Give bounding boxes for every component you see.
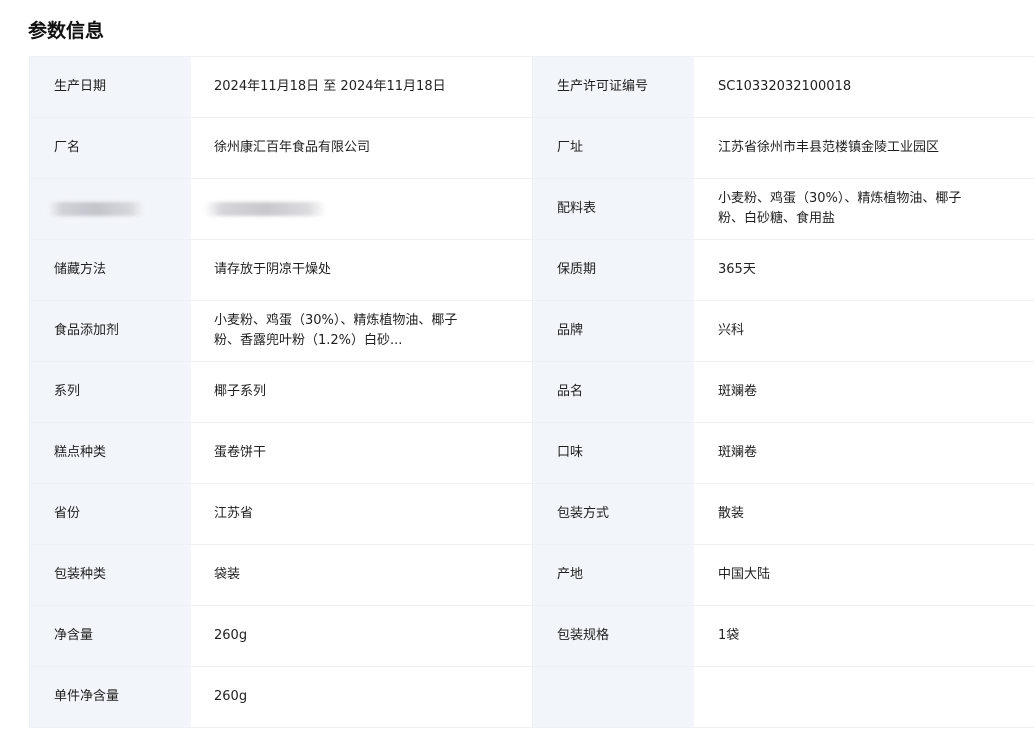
param-value: 2024年11月18日 至 2024年11月18日 bbox=[191, 57, 533, 117]
param-value: 斑斓卷 bbox=[694, 362, 1034, 422]
param-value: 袋装 bbox=[191, 545, 533, 605]
table-row: 净含量 260g 包装规格 1袋 bbox=[30, 606, 1034, 667]
section-title: 参数信息 bbox=[28, 20, 105, 42]
param-value: 徐州康汇百年食品有限公司 bbox=[191, 118, 533, 178]
param-label: 保质期 bbox=[533, 240, 694, 300]
param-label: 包装方式 bbox=[533, 484, 694, 544]
param-label: 生产日期 bbox=[30, 57, 191, 117]
param-label: 糕点种类 bbox=[30, 423, 191, 483]
empty-label bbox=[533, 667, 694, 727]
param-label: 系列 bbox=[30, 362, 191, 422]
param-value: 蛋卷饼干 bbox=[191, 423, 533, 483]
table-row: 厂名 徐州康汇百年食品有限公司 厂址 江苏省徐州市丰县范楼镇金陵工业园区 bbox=[30, 118, 1034, 179]
param-value: 365天 bbox=[694, 240, 1034, 300]
param-label: 储藏方法 bbox=[30, 240, 191, 300]
table-row: 糕点种类 蛋卷饼干 口味 斑斓卷 bbox=[30, 423, 1034, 484]
table-row: 储藏方法 请存放于阴凉干燥处 保质期 365天 bbox=[30, 240, 1034, 301]
product-parameters-page: 参数信息 生产日期 2024年11月18日 至 2024年11月18日 生产许可… bbox=[0, 0, 1034, 750]
param-value: 散装 bbox=[694, 484, 1034, 544]
table-row: 包装种类 袋装 产地 中国大陆 bbox=[30, 545, 1034, 606]
param-value: 中国大陆 bbox=[694, 545, 1034, 605]
param-label: 净含量 bbox=[30, 606, 191, 666]
param-value: 小麦粉、鸡蛋（30%）、精炼植物油、椰子粉、香露兜叶粉（1.2%）白砂... bbox=[191, 301, 533, 361]
param-value: 兴科 bbox=[694, 301, 1034, 361]
param-value: 椰子系列 bbox=[191, 362, 533, 422]
redaction-blur bbox=[204, 202, 326, 216]
param-value: 260g bbox=[191, 606, 533, 666]
param-label: 包装规格 bbox=[533, 606, 694, 666]
param-label: 配料表 bbox=[533, 179, 694, 239]
param-value: 斑斓卷 bbox=[694, 423, 1034, 483]
param-label: 品名 bbox=[533, 362, 694, 422]
parameter-table: 生产日期 2024年11月18日 至 2024年11月18日 生产许可证编号 S… bbox=[29, 56, 1034, 728]
table-row: 省份 江苏省 包装方式 散装 bbox=[30, 484, 1034, 545]
param-label: 厂名 bbox=[30, 118, 191, 178]
param-label: 产地 bbox=[533, 545, 694, 605]
param-label: 厂址 bbox=[533, 118, 694, 178]
param-label: 食品添加剂 bbox=[30, 301, 191, 361]
param-label: 品牌 bbox=[533, 301, 694, 361]
table-row: 生产日期 2024年11月18日 至 2024年11月18日 生产许可证编号 S… bbox=[30, 57, 1034, 118]
param-label: 口味 bbox=[533, 423, 694, 483]
param-value: 260g bbox=[191, 667, 533, 727]
table-row: 食品添加剂 小麦粉、鸡蛋（30%）、精炼植物油、椰子粉、香露兜叶粉（1.2%）白… bbox=[30, 301, 1034, 362]
table-row: 系列 椰子系列 品名 斑斓卷 bbox=[30, 362, 1034, 423]
param-value: 江苏省徐州市丰县范楼镇金陵工业园区 bbox=[694, 118, 1034, 178]
param-value: 请存放于阴凉干燥处 bbox=[191, 240, 533, 300]
param-value: SC10332032100018 bbox=[694, 57, 1034, 117]
redaction-blur bbox=[48, 202, 144, 216]
table-row: 单件净含量 260g bbox=[30, 667, 1034, 728]
param-value: 小麦粉、鸡蛋（30%）、精炼植物油、椰子粉、白砂糖、食用盐 bbox=[694, 179, 1034, 239]
param-label: 省份 bbox=[30, 484, 191, 544]
redacted-value bbox=[191, 179, 533, 239]
param-label: 单件净含量 bbox=[30, 667, 191, 727]
param-value: 1袋 bbox=[694, 606, 1034, 666]
param-value: 江苏省 bbox=[191, 484, 533, 544]
empty-value bbox=[694, 667, 1034, 727]
param-label: 包装种类 bbox=[30, 545, 191, 605]
redacted-label bbox=[30, 179, 191, 239]
param-label: 生产许可证编号 bbox=[533, 57, 694, 117]
table-row: 配料表 小麦粉、鸡蛋（30%）、精炼植物油、椰子粉、白砂糖、食用盐 bbox=[30, 179, 1034, 240]
